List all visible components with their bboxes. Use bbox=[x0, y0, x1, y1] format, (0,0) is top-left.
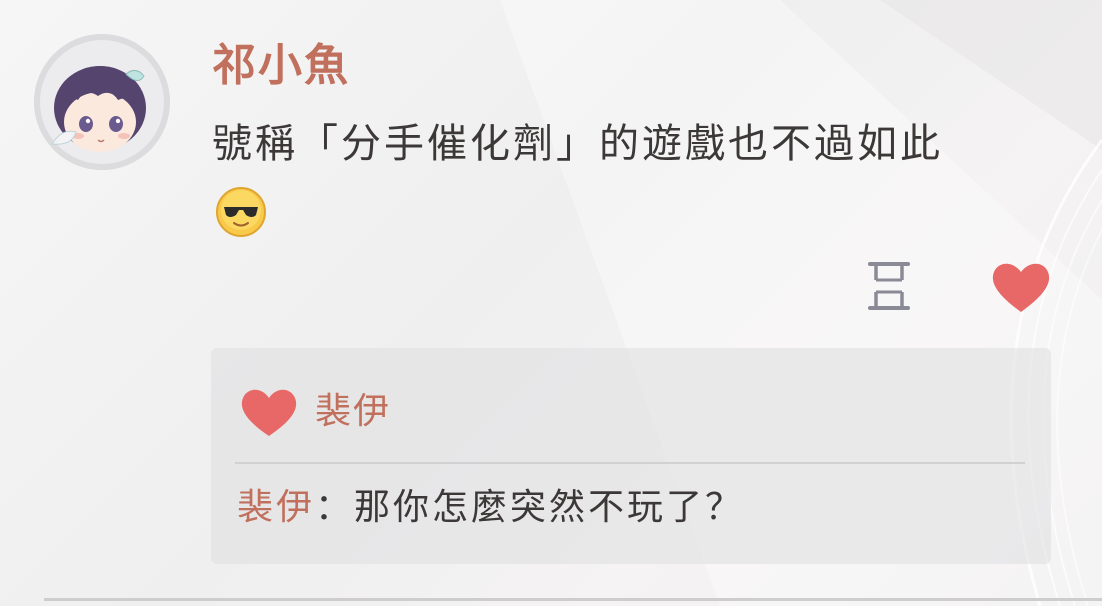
comment-separator: ： bbox=[315, 487, 355, 528]
moment-post: 祁小魚 號稱「分手催化劑」的遊戲也不過如此 裴伊 裴伊：那你怎麼突然不玩了？ bbox=[0, 0, 1102, 606]
hourglass-icon[interactable] bbox=[866, 260, 912, 312]
comment-author[interactable]: 裴伊 bbox=[237, 487, 315, 528]
sunglasses-emoji-icon bbox=[216, 187, 266, 237]
avatar-image bbox=[34, 34, 170, 170]
post-divider bbox=[44, 598, 1102, 601]
comment-item[interactable]: 裴伊：那你怎麼突然不玩了？ bbox=[237, 480, 744, 536]
comment-panel: 裴伊 裴伊：那你怎麼突然不玩了？ bbox=[211, 348, 1051, 564]
comment-divider bbox=[235, 462, 1025, 464]
avatar[interactable] bbox=[34, 34, 170, 170]
post-text: 號稱「分手催化劑」的遊戲也不過如此 bbox=[212, 121, 943, 167]
post-author-name[interactable]: 祁小魚 bbox=[212, 36, 350, 96]
liker-name[interactable]: 裴伊 bbox=[315, 384, 391, 440]
comment-text: 那你怎麼突然不玩了？ bbox=[354, 487, 745, 528]
heart-icon bbox=[241, 389, 297, 436]
likes-row: 裴伊 bbox=[237, 384, 391, 440]
like-heart-icon[interactable] bbox=[988, 256, 1054, 316]
